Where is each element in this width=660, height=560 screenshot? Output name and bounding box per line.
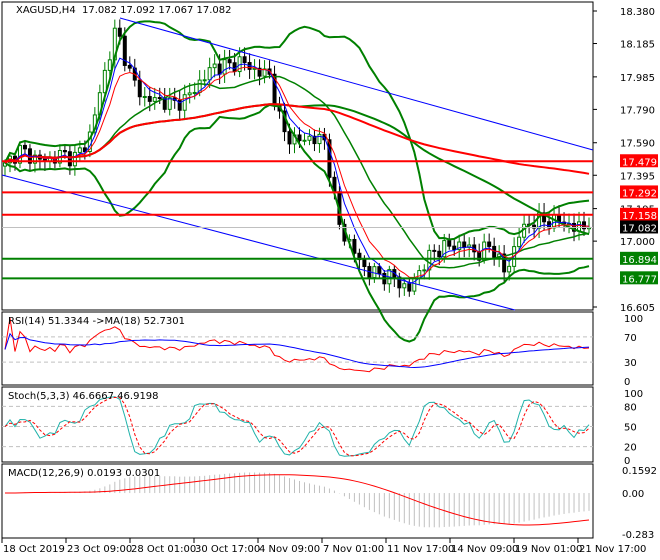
candle-body [167,97,172,110]
time-tick-label: 11 Nov 17:00 [387,544,454,555]
candle-body [152,97,157,102]
price-level-label: 17.158 [622,211,657,222]
candle-body [22,144,27,150]
channel-lower-line [1,174,516,311]
time-tick-label: 21 Nov 17:00 [579,544,646,555]
bollinger-middle [4,75,590,269]
rsi-tick-label: 30 [624,358,637,369]
candle-body [157,97,162,100]
candle-body [212,63,217,69]
candle-body [232,62,237,73]
candle-body [142,96,147,99]
candle-body [302,139,307,142]
candle-body [492,245,497,258]
ma-fast-blue [4,57,590,285]
candle-body [407,283,412,292]
ma-fast-red [4,66,590,278]
candle-body [227,59,232,64]
price-tick-label: 17.590 [620,139,655,150]
candle-body [377,266,382,274]
candle-body [297,134,302,142]
price-level-label: 16.777 [622,274,657,285]
candle-body [147,96,152,102]
time-tick-label: 4 Nov 09:00 [259,544,320,555]
price-tick-label: 18.185 [620,40,655,51]
chart-canvas[interactable]: 18.380 18.185 17.985 17.790 17.590 17.395 17.1… [0,0,660,560]
candle-body [372,266,377,279]
price-tick-label: 17.985 [620,73,655,84]
stoch-tick-label: 20 [624,443,637,454]
candle-body [192,91,197,94]
candle-body [462,241,467,248]
candle-body [352,238,357,254]
candle-body [77,147,82,153]
time-tick-label: 7 Nov 01:00 [323,544,384,555]
candle-body [482,241,487,261]
macd-title: MACD(12,26,9) 0.0193 0.0301 [8,468,160,479]
stoch-tick-label: 80 [624,402,637,413]
candle-body [487,241,492,247]
candle-body [222,59,227,75]
price-tick-label: 16.605 [620,303,655,314]
rsi-tick-label: 70 [624,333,637,344]
chart-title: XAGUSD,H4 [16,5,76,16]
candle-body [207,67,212,81]
macd-tick-label: -0.283 [622,530,654,541]
candle-body [402,283,407,289]
candle-body [242,56,247,64]
time-tick-label: 30 Oct 17:00 [195,544,260,555]
time-tick-label: 19 Nov 01:00 [515,544,582,555]
macd-tick-label: 0.00 [622,489,644,500]
rsi-title: RSI(14) 51.3344 ->MA(18) 52.7301 [8,316,185,327]
price-tick-label: 18.380 [620,7,655,18]
macd-signal-line [4,474,590,526]
candle-body [447,240,452,247]
candle-body [432,249,437,252]
price-tick-label: 17.000 [620,237,655,248]
price-level-label: 17.479 [622,157,657,168]
candle-body [507,265,512,273]
candle-body [182,94,187,111]
candle-body [137,79,142,98]
macd-tick-label: 0.1592 [622,466,657,477]
price-level-label: 17.292 [622,188,657,199]
stoch-tick-label: 50 [624,423,637,434]
time-tick-label: 23 Oct 09:00 [67,544,132,555]
price-tick-label: 17.395 [620,171,655,182]
candle-body [437,250,442,258]
candle-body [107,59,112,71]
candle-body [422,269,427,272]
time-tick-label: 28 Oct 01:00 [131,544,196,555]
stoch-title: Stoch(5,3,3) 46.6667 46.9198 [8,391,159,402]
trading-chart[interactable]: 18.380 18.185 17.985 17.790 17.590 17.395 17.1… [0,0,660,560]
candle-body [217,63,222,75]
candle-body [287,131,292,145]
ohlc-readout: 17.082 17.092 17.067 17.082 [82,5,232,16]
candle-body [127,64,132,69]
stoch-tick-label: 100 [624,389,643,400]
bollinger-upper [4,20,590,241]
candle-body [117,27,122,37]
time-tick-label: 18 Oct 2019 [3,544,65,555]
candle-body [362,259,367,268]
candle-body [412,277,417,292]
candle-body [62,149,67,153]
candle-body [517,236,522,248]
time-tick-label: 14 Nov 09:00 [451,544,518,555]
price-level-label: 16.894 [622,255,657,266]
candle-body [452,245,457,251]
candle-body [307,135,312,141]
rsi-tick-label: 0 [624,377,630,388]
candle-body [187,92,192,96]
candle-body [317,133,322,145]
candle-body [72,151,77,167]
rsi-tick-label: 100 [624,314,643,325]
price-tick-label: 17.790 [620,105,655,116]
candle-body [202,79,207,82]
price-level-label: 17.082 [622,223,657,234]
